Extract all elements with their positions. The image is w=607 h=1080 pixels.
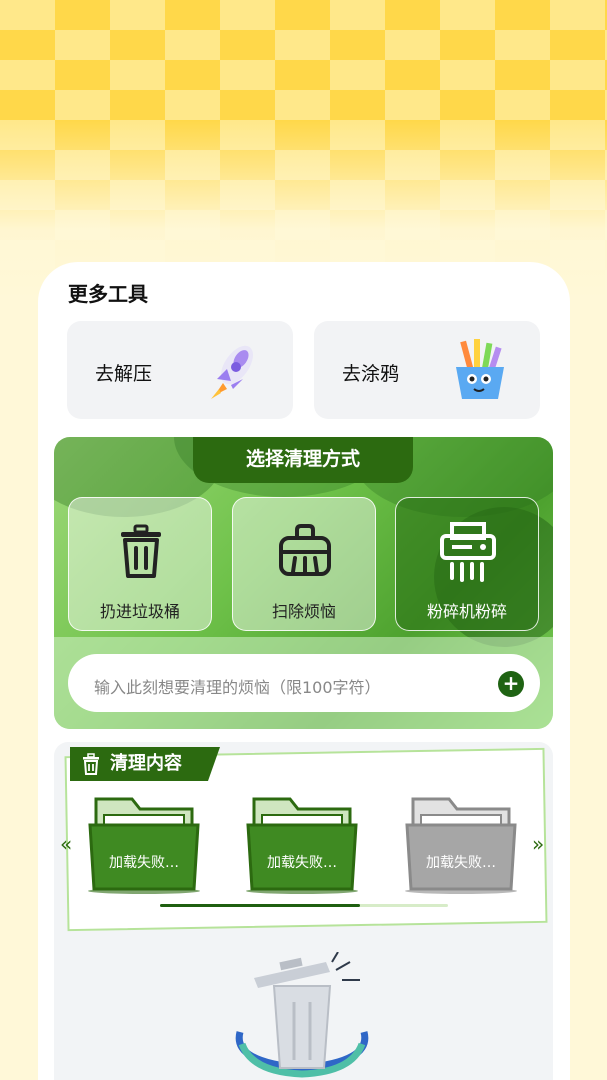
trash-small-icon [83, 753, 99, 775]
folder-label: 加载失败… [426, 855, 496, 871]
folder-icon [405, 797, 517, 894]
trash-bin-illustration-icon [235, 952, 369, 1078]
clean-content-title: 清理内容 [110, 753, 182, 774]
doodle-button[interactable]: 去涂鸦 [314, 321, 540, 419]
folder-label: 加载失败… [109, 855, 179, 871]
add-icon[interactable]: + [498, 671, 524, 697]
worry-input[interactable]: 输入此刻想要清理的烦恼（限100字符） + [68, 654, 540, 712]
doodle-label: 去涂鸦 [342, 363, 400, 385]
content-folder-item[interactable]: 加载失败… [246, 795, 358, 895]
clean-content-tag: 清理内容 [70, 747, 220, 781]
decompress-label: 去解压 [95, 363, 153, 385]
method-shred-label: 粉碎机粉碎 [426, 602, 507, 621]
method-sweep-button[interactable]: 扫除烦恼 [232, 497, 376, 631]
method-sweep-label: 扫除烦恼 [271, 602, 336, 621]
pencil-cup-icon [456, 339, 504, 399]
worry-input-placeholder: 输入此刻想要清理的烦恼（限100字符） [94, 678, 381, 697]
content-folder-item[interactable]: 加载失败… [405, 795, 517, 895]
method-trash-label: 扔进垃圾桶 [99, 602, 180, 621]
folder-label: 加载失败… [267, 855, 337, 871]
clean-method-panel: 选择清理方式 扔进垃圾桶 扫除烦恼 粉碎机粉碎 输入此刻想要清理的烦恼（限100… [54, 437, 553, 729]
scroll-left-icon[interactable]: « [60, 832, 72, 856]
method-shred-button[interactable]: 粉碎机粉碎 [395, 497, 539, 631]
trash-can-icon [121, 524, 161, 578]
clean-method-title: 选择清理方式 [193, 437, 413, 483]
folder-icon [246, 797, 358, 894]
decompress-button[interactable]: 去解压 [67, 321, 293, 419]
dustpan-icon [279, 524, 331, 576]
folder-icon [88, 797, 200, 894]
shredder-icon [440, 522, 496, 582]
scroll-indicator [160, 904, 360, 907]
rocket-icon [211, 345, 253, 399]
method-trash-button[interactable]: 扔进垃圾桶 [68, 497, 212, 631]
content-folder-item[interactable]: 加载失败… [88, 795, 200, 895]
section-title-more-tools: 更多工具 [68, 282, 148, 306]
scroll-right-icon[interactable]: » [532, 832, 544, 856]
